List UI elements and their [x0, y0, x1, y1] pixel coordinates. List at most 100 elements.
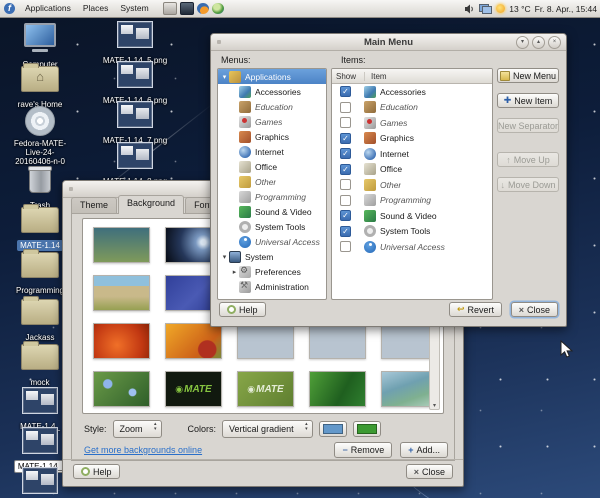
menu-item-row-graphics[interactable]: ✓Graphics [332, 131, 492, 147]
temperature-label[interactable]: 13 °C [509, 4, 530, 14]
wallpaper-thumbnail[interactable] [309, 371, 366, 407]
menu-item-row-office[interactable]: ✓Office [332, 162, 492, 178]
revert-button[interactable]: ↩Revert [449, 302, 502, 317]
show-checkbox[interactable]: ✓ [340, 226, 351, 237]
show-checkbox[interactable] [340, 117, 351, 128]
maximize-button[interactable]: ▴ [532, 36, 545, 49]
main-menu-window[interactable]: Main Menu ▾ ▴ × Menus: Items: ▾Applicati… [210, 33, 567, 327]
image-viewer-icon[interactable] [212, 3, 224, 14]
internet-icon [364, 148, 376, 160]
menu-applications[interactable]: Applications [19, 0, 77, 17]
image-icon [99, 18, 171, 48]
menu-places[interactable]: Places [77, 0, 115, 17]
show-checkbox[interactable] [340, 179, 351, 190]
menu-tree-item-universal-access[interactable]: Universal Access [218, 234, 326, 249]
close-window-button[interactable]: × [548, 36, 561, 49]
new-menu-button[interactable]: New Menu [497, 68, 559, 83]
weather-icon[interactable] [496, 4, 505, 13]
new-separator-button[interactable]: New Separator [497, 118, 559, 133]
move-up-button[interactable]: ↑Move Up [497, 152, 559, 167]
help-button[interactable]: Help [73, 464, 120, 479]
show-checkbox[interactable]: ✓ [340, 210, 351, 221]
menu-tree-item-internet[interactable]: Internet [218, 144, 326, 159]
revert-icon: ↩ [457, 304, 465, 315]
show-checkbox[interactable] [340, 241, 351, 252]
add-button[interactable]: +Add... [400, 442, 448, 458]
show-checkbox[interactable]: ✓ [340, 133, 351, 144]
menu-tree-item-games[interactable]: Games [218, 114, 326, 129]
colors-label: Colors: [188, 424, 217, 434]
menu-system[interactable]: System [114, 0, 154, 17]
menu-tree-item-other[interactable]: Other [218, 174, 326, 189]
wallpaper-thumbnail[interactable] [93, 371, 150, 407]
wallpaper-thumbnail-mate[interactable]: MATE [165, 371, 222, 407]
menu-tree-item-preferences[interactable]: ▸Preferences [218, 264, 326, 279]
wallpaper-thumbnail[interactable] [93, 323, 150, 359]
menu-item-row-system-tools[interactable]: ✓System Tools [332, 224, 492, 240]
menu-tree-item-applications[interactable]: ▾Applications [218, 69, 326, 84]
wallpaper-thumbnail-mate[interactable]: MATE [237, 371, 294, 407]
menu-tree-item-education[interactable]: Education [218, 99, 326, 114]
menu-item-row-accessories[interactable]: ✓Accessories [332, 84, 492, 100]
show-checkbox[interactable]: ✓ [340, 164, 351, 175]
clock-label[interactable]: Fr. 8. Apr., 15:44 [535, 4, 597, 14]
help-button[interactable]: Help [219, 302, 266, 317]
menu-item-row-education[interactable]: Education [332, 100, 492, 116]
menu-item-row-universal-access[interactable]: Universal Access [332, 239, 492, 255]
item-column-header[interactable]: Item [365, 72, 387, 81]
main-menu-titlebar[interactable]: Main Menu ▾ ▴ × [211, 34, 566, 51]
menus-tree[interactable]: ▾ApplicationsAccessoriesEducationGamesGr… [217, 68, 327, 300]
close-button[interactable]: ×Close [406, 464, 453, 479]
wallpaper-thumbnail[interactable] [237, 323, 294, 359]
tab-background[interactable]: Background [118, 195, 184, 214]
menu-tree-item-sound-video[interactable]: Sound & Video [218, 204, 326, 219]
window-icon [69, 187, 73, 191]
items-list[interactable]: Show Item ✓AccessoriesEducationGames✓Gra… [331, 68, 493, 300]
menu-tree-item-system-tools[interactable]: System Tools [218, 219, 326, 234]
minimize-button[interactable]: ▾ [516, 36, 529, 49]
move-down-button[interactable]: ↓Move Down [497, 177, 559, 192]
show-checkbox[interactable]: ✓ [340, 148, 351, 159]
menu-tree-item-graphics[interactable]: Graphics [218, 129, 326, 144]
wallpaper-thumbnail[interactable] [93, 227, 150, 263]
wallpaper-thumbnail[interactable] [93, 275, 150, 311]
network-icon[interactable] [479, 4, 492, 14]
primary-color-button[interactable] [319, 421, 347, 437]
show-column-header[interactable]: Show [332, 72, 365, 81]
expander-icon[interactable]: ▾ [220, 253, 229, 261]
show-checkbox[interactable]: ✓ [340, 86, 351, 97]
terminal-icon[interactable] [180, 2, 194, 15]
menu-item-row-internet[interactable]: ✓Internet [332, 146, 492, 162]
menu-item-row-sound-video[interactable]: ✓Sound & Video [332, 208, 492, 224]
wallpaper-thumbnail[interactable] [165, 323, 222, 359]
desktop-icon-rave-s-home[interactable]: rave's Home [8, 62, 72, 112]
menu-tree-item-programming[interactable]: Programming [218, 189, 326, 204]
desktop-icon-fedora-mate-live-24-20160406-n-0[interactable]: Fedora-MATE-Live-24-20160406-n-0 [8, 106, 72, 169]
wallpaper-thumbnail[interactable] [309, 323, 366, 359]
programming-icon [364, 194, 376, 206]
close-button[interactable]: ×Close [511, 302, 558, 317]
menu-tree-item-office[interactable]: Office [218, 159, 326, 174]
menu-tree-item-administration[interactable]: Administration [218, 279, 326, 294]
show-checkbox[interactable] [340, 195, 351, 206]
firefox-icon[interactable] [197, 3, 209, 14]
style-combo[interactable]: Zoom▴▾ [113, 420, 162, 438]
remove-button[interactable]: −Remove [334, 442, 392, 458]
scrollbar-down-arrow[interactable]: ▾ [430, 402, 439, 409]
secondary-color-button[interactable] [353, 421, 381, 437]
volume-icon[interactable] [464, 4, 475, 14]
file-manager-icon[interactable] [163, 2, 177, 15]
menu-item-row-games[interactable]: Games [332, 115, 492, 131]
expander-icon[interactable]: ▸ [230, 268, 239, 276]
menu-item-row-programming[interactable]: Programming [332, 193, 492, 209]
tab-theme[interactable]: Theme [71, 197, 117, 214]
colors-combo[interactable]: Vertical gradient▴▾ [222, 420, 313, 438]
menu-tree-item-system[interactable]: ▾System [218, 249, 326, 264]
menu-item-row-other[interactable]: Other [332, 177, 492, 193]
expander-icon[interactable]: ▾ [220, 73, 229, 81]
show-checkbox[interactable] [340, 102, 351, 113]
menu-tree-item-accessories[interactable]: Accessories [218, 84, 326, 99]
new-item-button[interactable]: ✚New Item [497, 93, 559, 108]
fedora-logo-icon[interactable]: f [4, 3, 15, 14]
get-backgrounds-link[interactable]: Get more backgrounds online [84, 445, 202, 455]
